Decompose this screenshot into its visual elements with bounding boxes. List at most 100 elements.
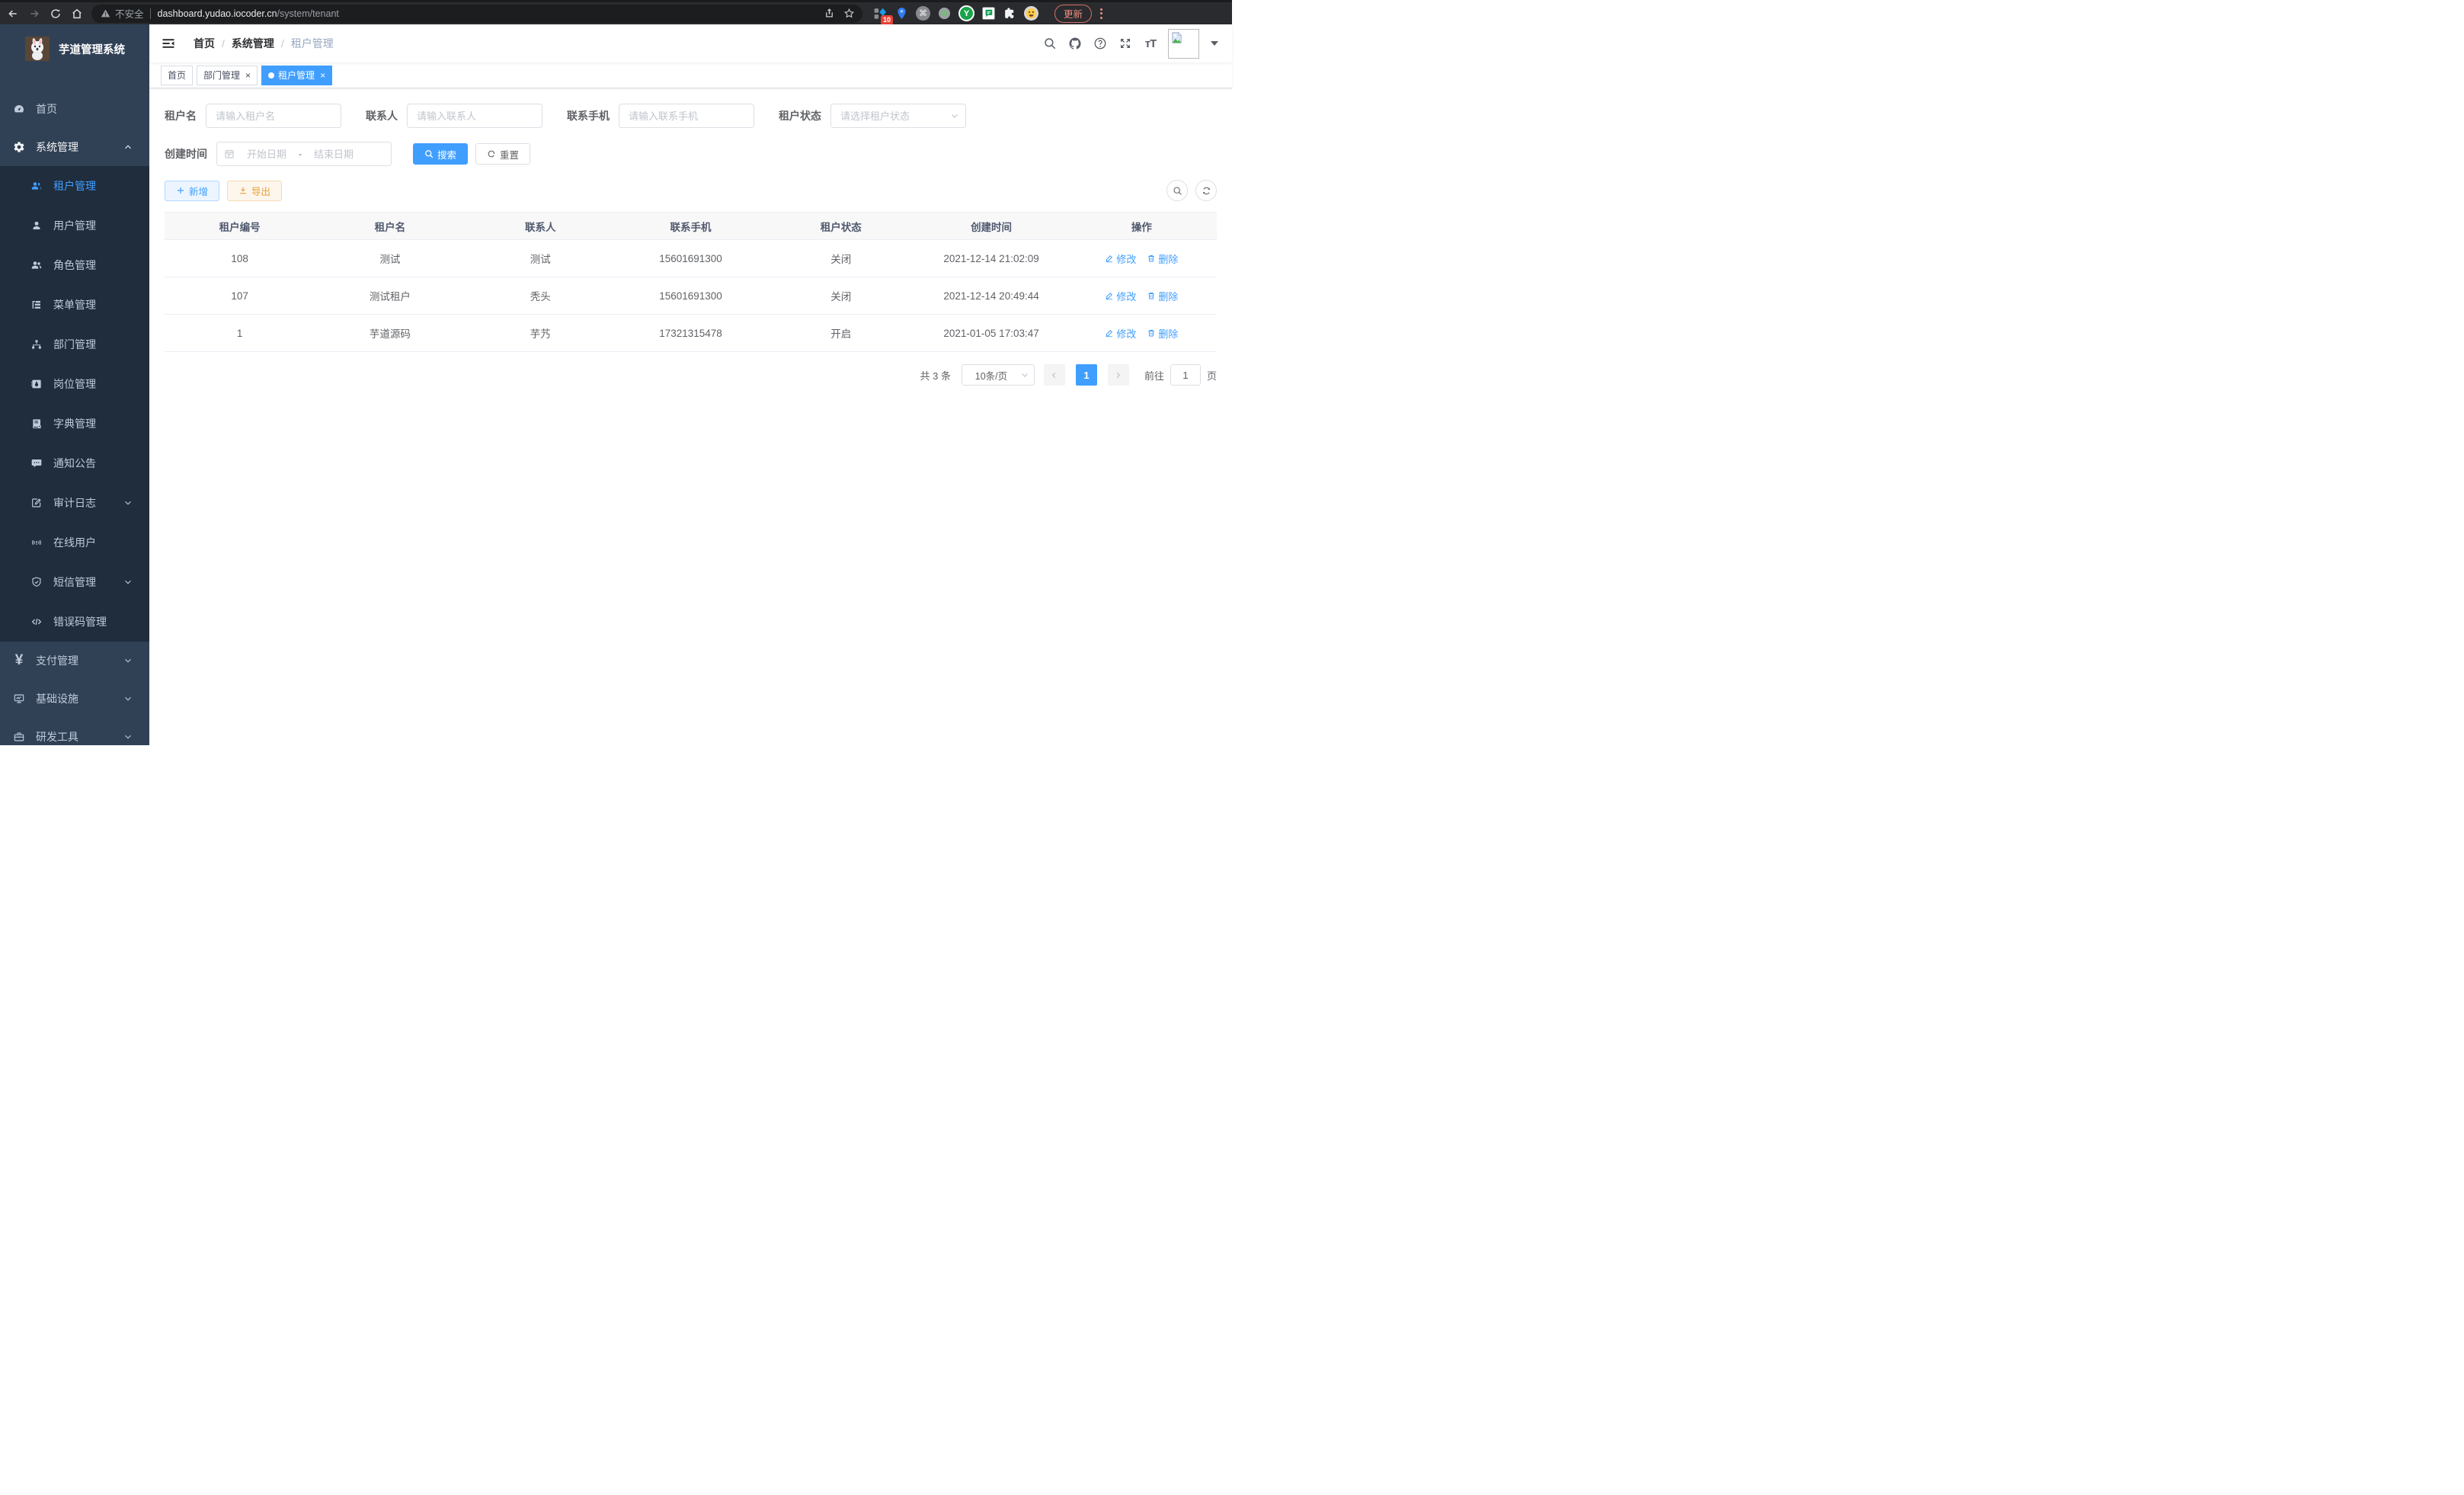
browser-back-button[interactable] (3, 4, 23, 24)
sidebar-item-label: 首页 (36, 101, 149, 117)
sidebar-collapse-icon[interactable] (149, 36, 187, 51)
header-search-icon[interactable] (1042, 36, 1058, 51)
extension-chat-icon[interactable] (981, 6, 996, 21)
sidebar-item-role[interactable]: 角色管理 (0, 245, 149, 285)
sidebar-item-label: 用户管理 (53, 218, 149, 233)
table-row: 108测试测试15601691300关闭2021-12-14 21:02:09修… (165, 240, 1217, 277)
cell-contact: 测试 (466, 251, 616, 266)
user-avatar[interactable] (1168, 29, 1199, 59)
toggle-search-button[interactable] (1166, 180, 1188, 201)
prev-page-button[interactable] (1044, 364, 1065, 386)
share-icon[interactable] (824, 8, 835, 19)
contact-input[interactable] (407, 104, 542, 128)
delete-button[interactable]: 删除 (1147, 251, 1178, 266)
fullscreen-icon[interactable] (1118, 36, 1133, 51)
page-size-select[interactable] (962, 364, 1035, 386)
cell-mobile: 17321315478 (616, 328, 766, 339)
extension-green-dot-icon[interactable] (937, 6, 952, 21)
table-header-cell: 创建时间 (916, 219, 1066, 234)
sidebar-item-pay[interactable]: ¥ 支付管理 (0, 642, 149, 680)
not-secure-label[interactable]: 不安全 (115, 6, 144, 21)
extension-blue-diamond-icon[interactable]: 10 (873, 6, 888, 21)
close-icon[interactable]: × (320, 71, 325, 80)
page-number-1[interactable]: 1 (1076, 364, 1097, 386)
delete-button[interactable]: 删除 (1147, 326, 1178, 341)
breadcrumb-item-home[interactable]: 首页 (194, 36, 215, 51)
sidebar-item-devtools[interactable]: 研发工具 (0, 718, 149, 745)
tab-tenant[interactable]: 租户管理× (261, 66, 332, 85)
sidebar-item-post[interactable]: 岗位管理 (0, 364, 149, 404)
sidebar-item-dept[interactable]: 部门管理 (0, 325, 149, 364)
search-button[interactable]: 搜索 (413, 143, 468, 165)
extension-command-icon[interactable]: ⌘ (916, 6, 930, 21)
reset-button[interactable]: 重置 (475, 143, 530, 165)
sidebar-item-menu[interactable]: 菜单管理 (0, 285, 149, 325)
sidebar-item-user[interactable]: 用户管理 (0, 206, 149, 245)
edit-button[interactable]: 修改 (1105, 251, 1136, 266)
sidebar-item-audit-log[interactable]: 审计日志 (0, 483, 149, 523)
bookmark-star-icon[interactable] (843, 8, 855, 19)
browser-forward-button[interactable] (24, 4, 44, 24)
yen-icon: ¥ (15, 652, 24, 669)
export-button[interactable]: 导出 (227, 181, 282, 201)
delete-button[interactable]: 删除 (1147, 289, 1178, 303)
date-start-input[interactable] (239, 149, 294, 160)
sidebar-item-tenant[interactable]: 租户管理 (0, 166, 149, 206)
browser-update-button[interactable]: 更新 (1054, 5, 1092, 23)
table-header-row: 租户编号租户名联系人联系手机租户状态创建时间操作 (165, 213, 1217, 240)
table-row: 107测试租户秃头15601691300关闭2021-12-14 20:49:4… (165, 277, 1217, 315)
breadcrumb-separator: / (281, 37, 284, 50)
date-end-input[interactable] (306, 149, 361, 160)
broken-image-icon (1170, 31, 1183, 44)
tenant-name-input[interactable] (206, 104, 341, 128)
top-navbar: 首页/系统管理/租户管理 тT (149, 24, 1232, 62)
sidebar-item-label: 岗位管理 (53, 376, 149, 392)
cell-status: 关闭 (766, 288, 916, 303)
edit-button[interactable]: 修改 (1105, 289, 1136, 303)
browser-home-button[interactable] (67, 4, 87, 24)
sidebar-item-error-code[interactable]: 错误码管理 (0, 602, 149, 642)
github-icon[interactable] (1067, 36, 1083, 51)
refresh-table-button[interactable] (1195, 180, 1217, 201)
app-logo-row[interactable]: 芋道管理系统 (0, 24, 149, 73)
next-page-button[interactable] (1108, 364, 1129, 386)
breadcrumb-item-system[interactable]: 系统管理 (232, 36, 274, 51)
tab-dept[interactable]: 部门管理 × (197, 66, 258, 85)
sidebar-item-sms[interactable]: 短信管理 (0, 562, 149, 602)
delete-button-label: 删除 (1158, 251, 1178, 266)
add-button[interactable]: 新增 (165, 181, 219, 201)
tenant-table: 租户编号租户名联系人联系手机租户状态创建时间操作 108测试测试15601691… (165, 212, 1217, 352)
sidebar-item-online-user[interactable]: 在线用户 (0, 523, 149, 562)
browser-reload-button[interactable] (46, 4, 66, 24)
font-size-icon[interactable]: тT (1143, 36, 1158, 51)
table-header-cell: 租户名 (315, 219, 465, 234)
sidebar-item-system[interactable]: 系统管理 (0, 128, 149, 166)
extension-pin-icon[interactable] (894, 6, 909, 21)
extension-profile-avatar[interactable] (1024, 6, 1038, 21)
create-time-label: 创建时间 (165, 146, 207, 162)
sidebar-item-home[interactable]: 首页 (0, 90, 149, 128)
avatar-caret-icon[interactable] (1211, 41, 1218, 46)
edit-icon (1105, 254, 1114, 263)
cell-contact: 秃头 (466, 288, 616, 303)
mobile-input[interactable] (619, 104, 754, 128)
browser-menu-icon[interactable] (1100, 8, 1102, 19)
status-select[interactable] (830, 104, 966, 128)
create-time-range-picker[interactable]: - (216, 142, 392, 166)
tab-home[interactable]: 首页 (161, 66, 193, 85)
address-bar[interactable]: 不安全 dashboard.yudao.iocoder.cn/system/te… (91, 5, 862, 23)
goto-page-input[interactable] (1170, 364, 1201, 386)
sidebar-item-infra[interactable]: 基础设施 (0, 680, 149, 718)
extension-puzzle-icon[interactable] (1003, 6, 1017, 21)
extension-yudao-icon[interactable]: Y (958, 5, 974, 21)
tab-label: 部门管理 (203, 69, 240, 82)
sidebar-item-label: 支付管理 (36, 653, 123, 668)
edit-icon (1105, 328, 1114, 338)
sidebar-item-notice[interactable]: 通知公告 (0, 443, 149, 483)
close-icon[interactable]: × (245, 71, 251, 80)
help-icon[interactable] (1093, 36, 1108, 51)
cell-status: 开启 (766, 325, 916, 341)
cell-name: 测试 (315, 251, 465, 266)
sidebar-item-dict[interactable]: 字典管理 (0, 404, 149, 443)
edit-button[interactable]: 修改 (1105, 326, 1136, 341)
